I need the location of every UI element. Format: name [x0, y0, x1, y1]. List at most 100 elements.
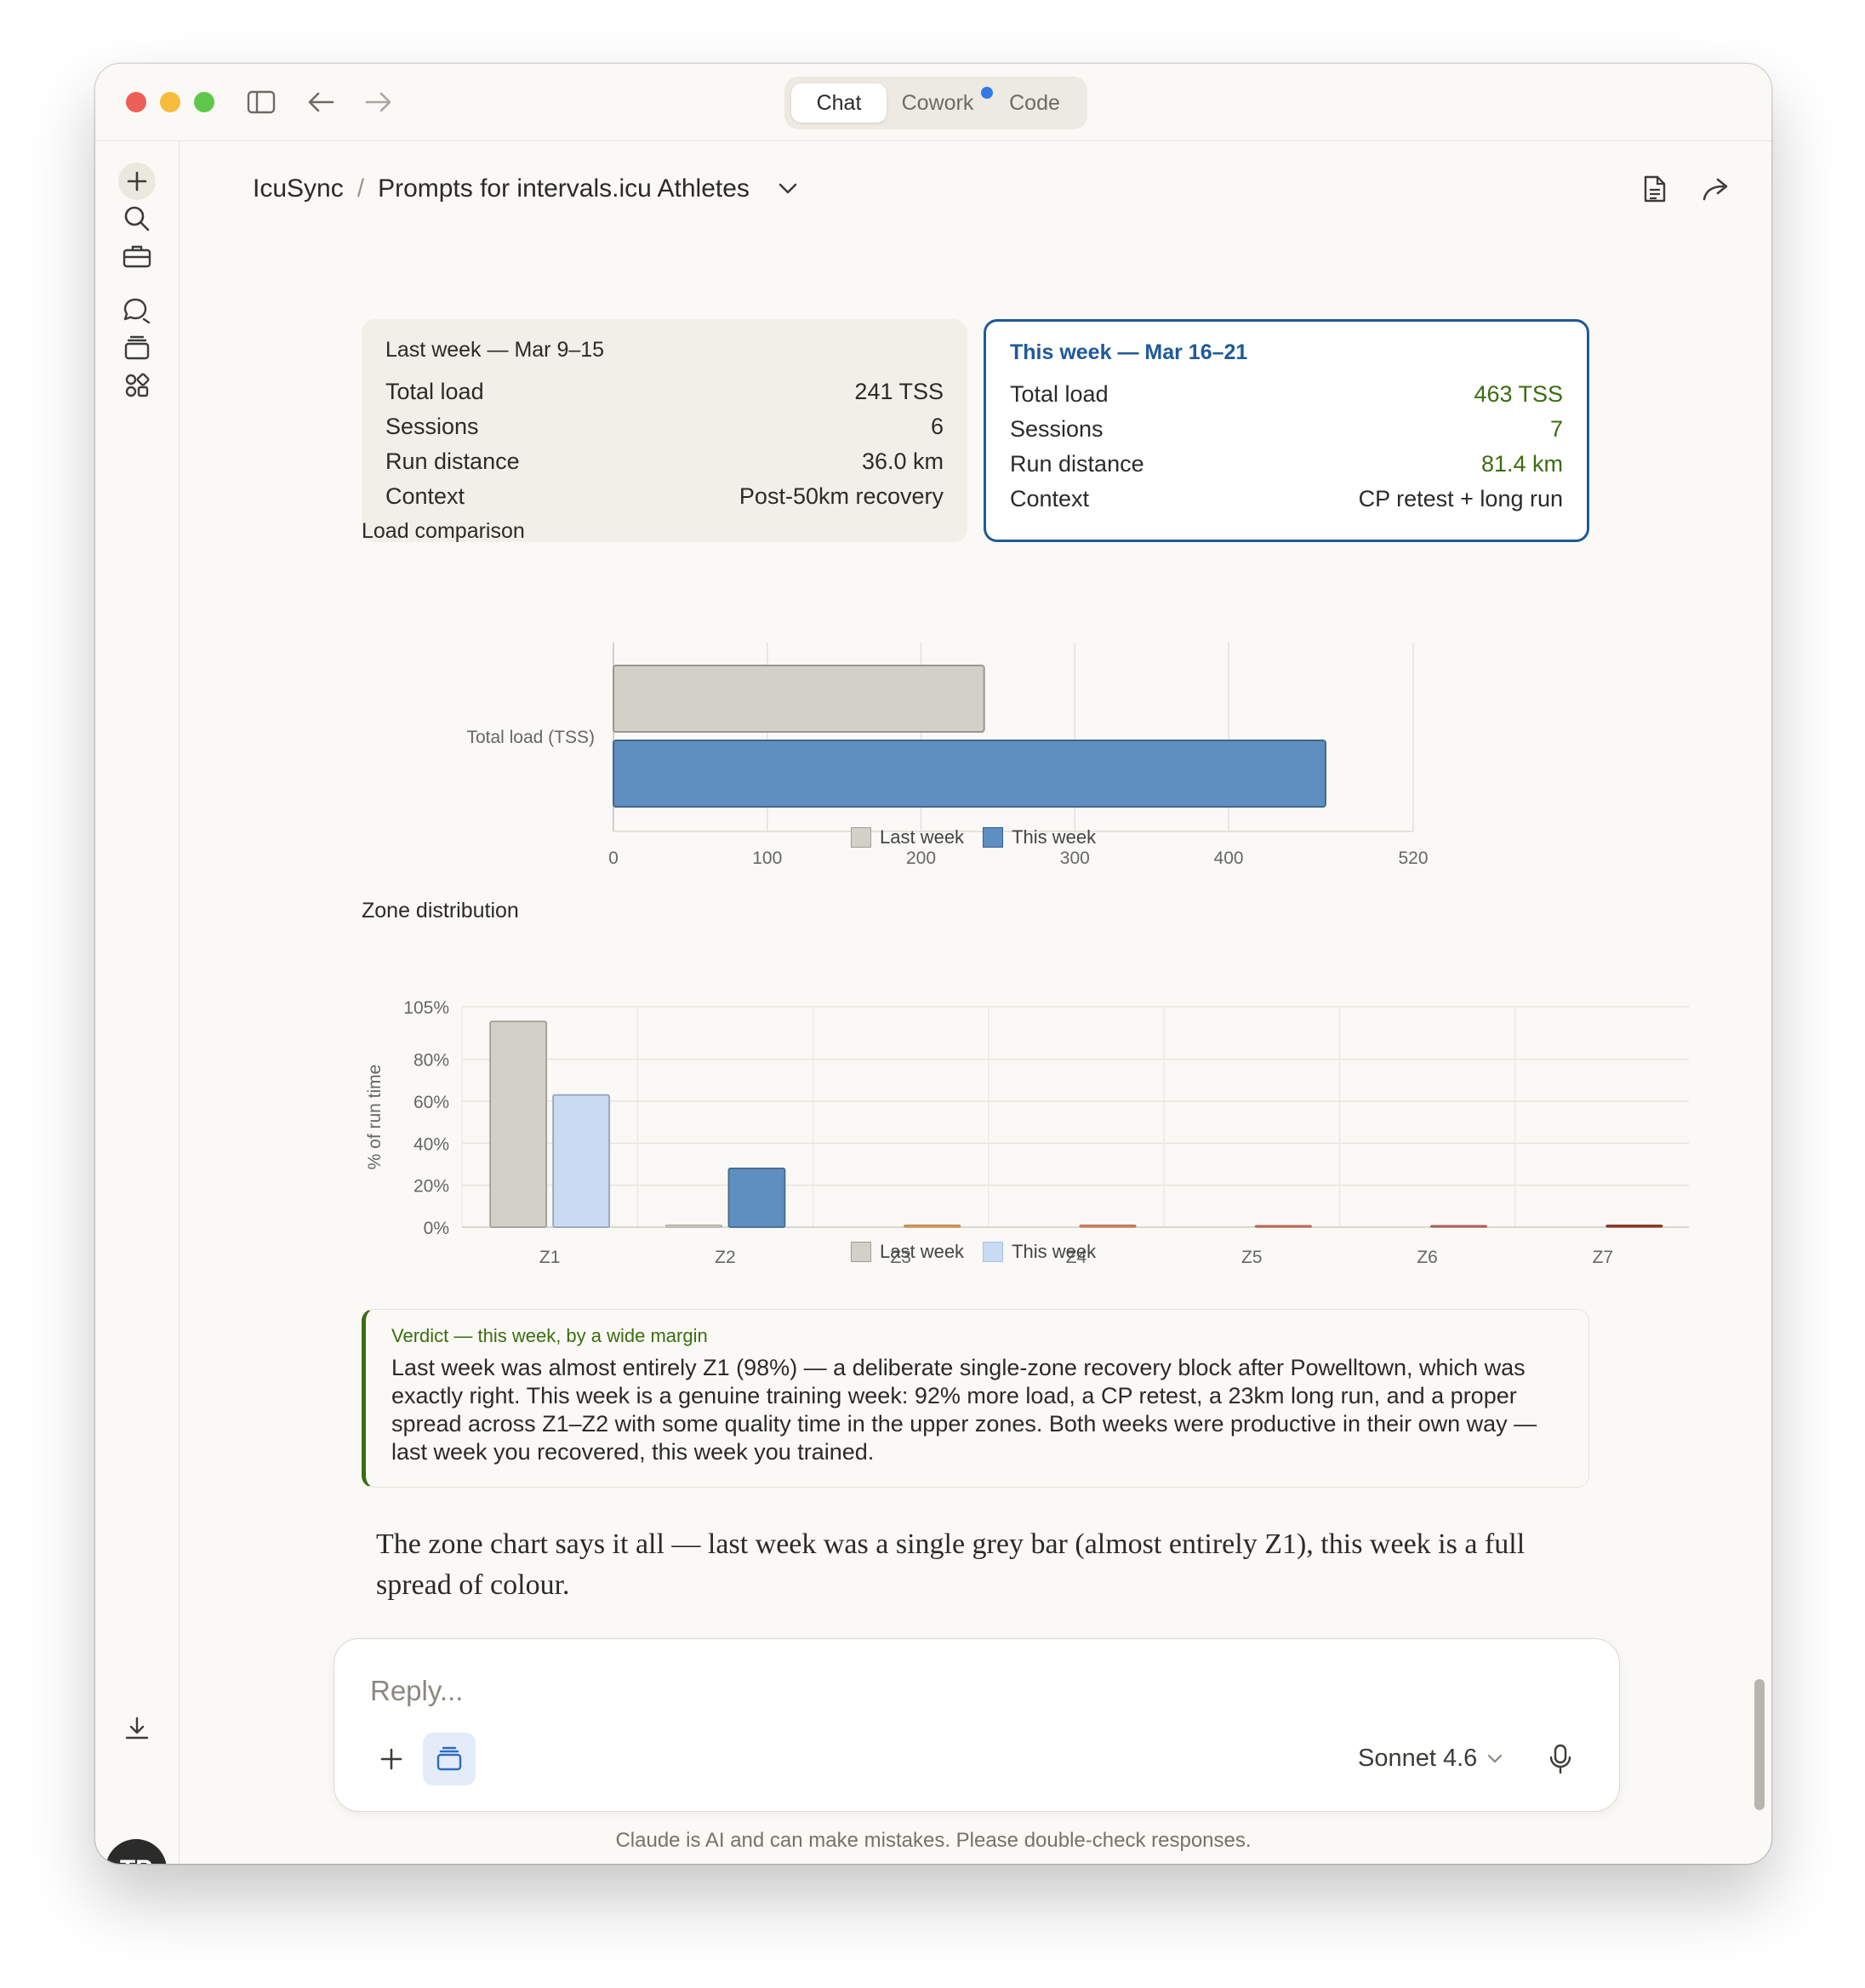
card-row-run-distance: Run distance 81.4 km: [1010, 447, 1563, 482]
legend-label: This week: [1012, 826, 1097, 848]
bar-z7-this-week: [1605, 1225, 1663, 1228]
x-tick-label: Z2: [715, 1248, 736, 1267]
close-window-button[interactable]: [126, 92, 146, 112]
row-value: 463 TSS: [1474, 381, 1563, 407]
legend-label: Last week: [880, 1241, 965, 1262]
bar-this-week: [613, 740, 1326, 808]
breadcrumb: IcuSync / Prompts for intervals.icu Athl…: [253, 163, 797, 214]
project-context-button[interactable]: [423, 1733, 476, 1785]
legend-label: Last week: [880, 826, 965, 848]
y-category-label: Total load (TSS): [466, 728, 595, 747]
y-tick-label: 20%: [413, 1177, 449, 1197]
new-chat-icon[interactable]: [116, 160, 158, 203]
x-tick-label: 400: [1214, 848, 1244, 868]
bar-z5-this-week: [1254, 1225, 1312, 1228]
card-row-total-load: Total load 463 TSS: [1010, 377, 1563, 412]
share-icon[interactable]: [1695, 168, 1737, 210]
card-title: Last week — Mar 9–15: [385, 338, 605, 362]
x-tick-label: Z1: [539, 1248, 561, 1267]
load-chart-title: Load comparison: [362, 519, 525, 543]
scrollbar[interactable]: [1754, 1679, 1765, 1810]
row-value: 36.0 km: [861, 448, 944, 474]
row-value: 6: [930, 414, 944, 439]
reply-composer[interactable]: Reply... Sonnet 4.6: [334, 1638, 1620, 1812]
card-row-total-load: Total load 241 TSS: [385, 374, 944, 409]
row-value: 81.4 km: [1480, 451, 1563, 477]
breadcrumb-separator: /: [356, 174, 365, 203]
card-row-context: Context Post-50km recovery: [385, 479, 944, 514]
bar-z1-this-week: [552, 1094, 611, 1228]
row-value: Post-50km recovery: [739, 483, 944, 509]
download-icon[interactable]: [116, 1707, 158, 1750]
x-tick-label: 200: [906, 848, 936, 868]
legend-label: This week: [1012, 1241, 1097, 1262]
back-arrow-icon[interactable]: [299, 81, 342, 123]
card-row-sessions: Sessions 7: [1010, 412, 1563, 447]
search-icon[interactable]: [116, 197, 158, 240]
title-bar: Chat Cowork Code: [95, 64, 1771, 141]
row-label: Run distance: [385, 448, 520, 474]
row-label: Total load: [1010, 381, 1109, 407]
y-tick-label: 40%: [413, 1134, 449, 1154]
legend-swatch-last-week: [851, 827, 871, 848]
bar-z6-this-week: [1430, 1225, 1488, 1228]
load-chart-legend: Last week This week: [851, 826, 1096, 848]
verdict-callout: Verdict — this week, by a wide margin La…: [362, 1309, 1589, 1488]
chats-icon[interactable]: [116, 289, 158, 332]
zone-chart-legend: Last week This week: [851, 1241, 1096, 1263]
legend-swatch-this-week: [983, 1242, 1004, 1262]
this-week-card: This week — Mar 16–21 Total load 463 TSS …: [984, 319, 1589, 542]
x-tick-label: Z5: [1241, 1248, 1263, 1267]
zone-chart-title: Zone distribution: [362, 899, 519, 923]
row-label: Sessions: [385, 414, 479, 439]
row-value: 7: [1549, 416, 1563, 442]
row-label: Context: [385, 483, 465, 509]
x-tick-label: Z7: [1593, 1248, 1614, 1267]
legend-swatch-last-week: [851, 1242, 871, 1262]
microphone-icon[interactable]: [1534, 1733, 1587, 1785]
tab-cowork[interactable]: Cowork: [890, 83, 985, 123]
sidebar-toggle-icon[interactable]: [240, 81, 282, 123]
bar-z4-this-week: [1079, 1225, 1137, 1228]
card-row-context: Context CP retest + long run: [1010, 482, 1563, 517]
tab-chat[interactable]: Chat: [791, 83, 887, 123]
forward-arrow-icon[interactable]: [357, 81, 400, 123]
model-selector[interactable]: Sonnet 4.6: [1358, 1745, 1503, 1773]
artifacts-icon[interactable]: [116, 364, 158, 407]
y-axis-label: % of run time: [365, 1065, 385, 1170]
bar-z1-last-week: [489, 1020, 548, 1228]
conversation-title[interactable]: Prompts for intervals.icu Athletes: [378, 174, 750, 203]
y-tick-label: 0%: [424, 1219, 449, 1238]
minimize-window-button[interactable]: [160, 92, 180, 112]
reply-input[interactable]: Reply...: [370, 1675, 463, 1707]
chevron-down-icon[interactable]: [779, 183, 797, 195]
toolbox-icon[interactable]: [116, 235, 158, 277]
bar-last-week: [613, 665, 985, 733]
row-label: Context: [1010, 486, 1090, 511]
row-label: Sessions: [1010, 416, 1104, 442]
sidebar: TP: [95, 141, 180, 1864]
app-window: Chat Cowork Code TP: [95, 64, 1771, 1864]
add-attachment-button[interactable]: [365, 1733, 418, 1785]
projects-icon[interactable]: [116, 327, 158, 369]
card-row-run-distance: Run distance 36.0 km: [385, 444, 944, 479]
row-label: Run distance: [1010, 451, 1144, 477]
breadcrumb-project[interactable]: IcuSync: [253, 174, 344, 203]
bar-z2-last-week: [664, 1225, 722, 1228]
disclaimer: Claude is AI and can make mistakes. Plea…: [615, 1829, 1252, 1852]
legend-swatch-this-week: [983, 827, 1004, 848]
x-tick-label: 520: [1398, 848, 1428, 868]
card-row-sessions: Sessions 6: [385, 409, 944, 444]
bar-z3-this-week: [904, 1225, 961, 1228]
y-tick-label: 80%: [413, 1051, 449, 1071]
y-tick-label: 60%: [413, 1093, 449, 1112]
last-week-card: Last week — Mar 9–15 Total load 241 TSS S…: [362, 319, 967, 542]
x-tick-label: 300: [1060, 848, 1090, 868]
x-tick-label: 100: [752, 848, 782, 868]
zoom-window-button[interactable]: [194, 92, 214, 112]
row-value: 241 TSS: [854, 379, 944, 404]
card-title: This week — Mar 16–21: [1010, 340, 1248, 364]
document-icon[interactable]: [1634, 168, 1676, 210]
row-value: CP retest + long run: [1358, 486, 1563, 511]
tab-code[interactable]: Code: [992, 83, 1077, 123]
